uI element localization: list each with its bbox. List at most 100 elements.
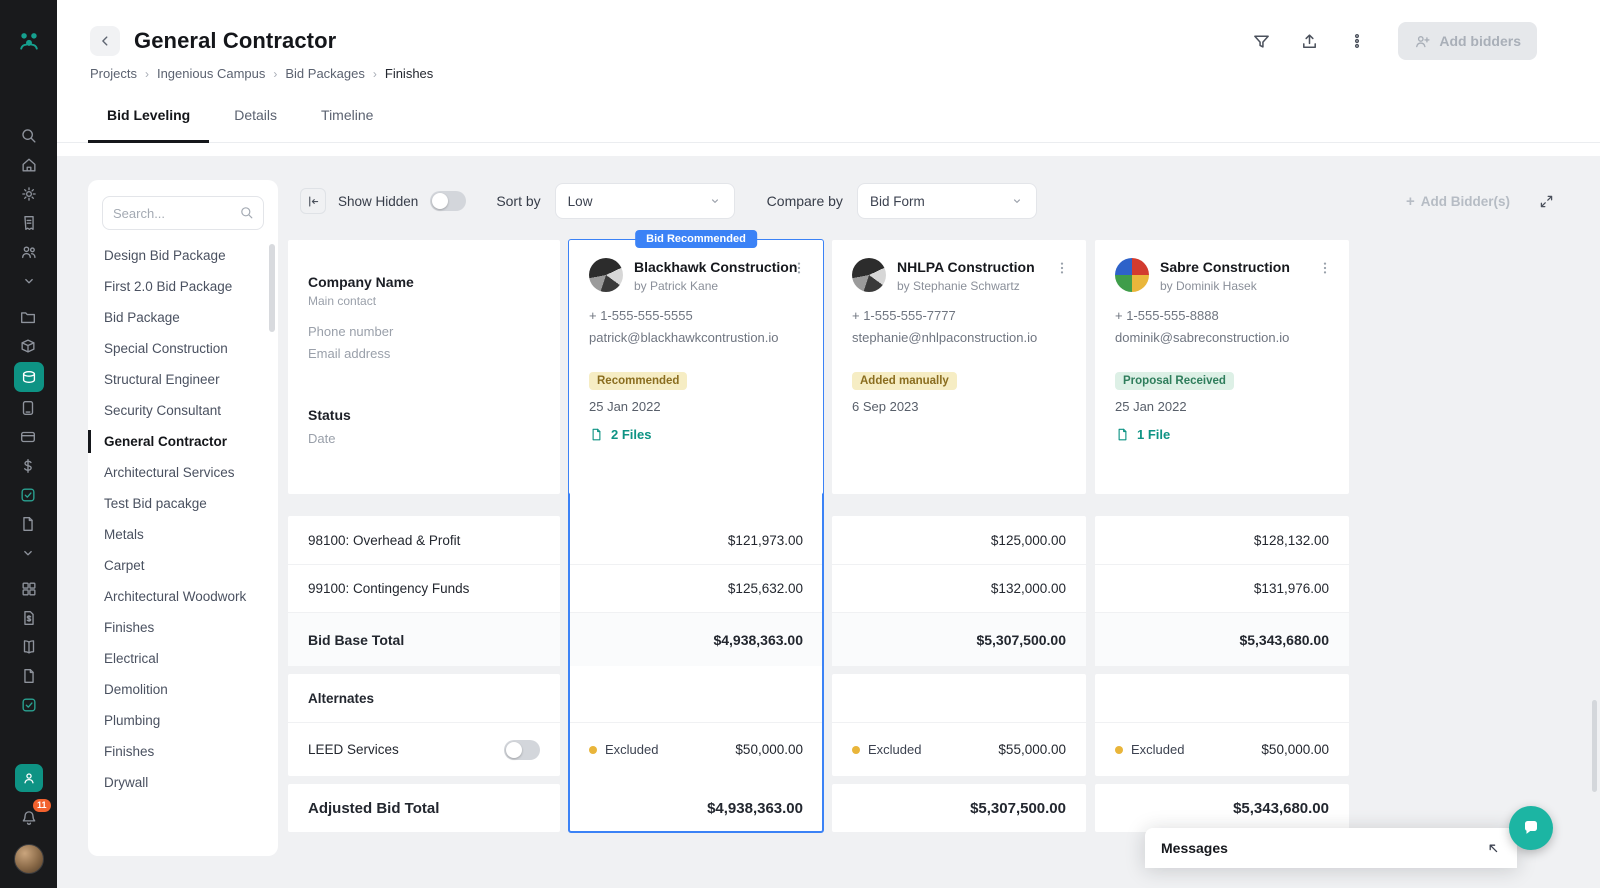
breadcrumb-bid-packages[interactable]: Bid Packages	[285, 66, 365, 81]
sort-by-dropdown[interactable]: Low	[555, 183, 735, 219]
bid-base-total-value: $5,307,500.00	[832, 612, 1086, 666]
package-list-item[interactable]: Finishes	[88, 612, 278, 643]
package-list-item[interactable]: Architectural Services	[88, 457, 278, 488]
bid-recommended-badge: Bid Recommended	[635, 230, 757, 248]
package-list-item[interactable]: Structural Engineer	[88, 364, 278, 395]
device-icon[interactable]	[14, 394, 42, 422]
user-avatar[interactable]	[14, 844, 44, 874]
content-scrollbar[interactable]	[1592, 700, 1597, 792]
billing-card-icon[interactable]	[14, 423, 42, 451]
main-contact-label: Main contact	[308, 294, 540, 308]
contingency-value: $125,632.00	[569, 564, 823, 612]
apps-grid-icon[interactable]	[15, 575, 43, 603]
package-list-item[interactable]: Drywall	[88, 767, 278, 798]
plus-icon	[1406, 193, 1415, 210]
checklist-icon[interactable]	[15, 691, 43, 719]
share-export-icon[interactable]	[1292, 24, 1326, 58]
add-bidder-button[interactable]: Add Bidder(s)	[1406, 193, 1510, 210]
more-options-kebab-icon[interactable]	[1340, 24, 1374, 58]
breadcrumb-separator-icon	[373, 67, 377, 81]
leed-amount: $50,000.00	[1261, 742, 1329, 757]
package-list-item[interactable]: Test Bid pacakge	[88, 488, 278, 519]
excluded-dot-icon	[589, 746, 597, 754]
file-icon	[1115, 427, 1130, 442]
notifications-bell-icon[interactable]: 11	[15, 804, 43, 832]
bidder-options-kebab-icon[interactable]	[1050, 256, 1074, 280]
estimate-doc-icon[interactable]	[15, 604, 43, 632]
home-icon[interactable]	[15, 151, 43, 179]
bidder-options-kebab-icon[interactable]	[787, 256, 811, 280]
package-list-item[interactable]: Carpet	[88, 550, 278, 581]
package-list-item[interactable]: Architectural Woodwork	[88, 581, 278, 612]
package-list-item[interactable]: Plumbing	[88, 705, 278, 736]
bidder-options-kebab-icon[interactable]	[1313, 256, 1337, 280]
cost-dollar-icon[interactable]	[14, 452, 42, 480]
leed-amount: $50,000.00	[735, 742, 803, 757]
app-rail: 11	[0, 0, 57, 888]
chat-bubble-button[interactable]	[1509, 806, 1553, 850]
overhead-value: $121,973.00	[569, 516, 823, 564]
alternates-spacer-row	[569, 674, 823, 722]
filter-icon[interactable]	[1244, 24, 1278, 58]
package-list-item[interactable]: Design Bid Package	[88, 240, 278, 271]
package-list-item[interactable]: Security Consultant	[88, 395, 278, 426]
file-icon[interactable]	[15, 662, 43, 690]
package-list-item[interactable]: Demolition	[88, 674, 278, 705]
tab-details[interactable]: Details	[215, 101, 296, 143]
bid-packages-panel: Design Bid Package First 2.0 Bid Package…	[88, 180, 278, 856]
bid-comparison-board: Company Name Main contact Phone number E…	[288, 240, 1349, 832]
compare-by-dropdown[interactable]: Bid Form	[857, 183, 1037, 219]
package-list-item[interactable]: First 2.0 Bid Package	[88, 271, 278, 302]
bidder-column-sabre: Sabre Construction by Dominik Hasek + 1-…	[1095, 240, 1349, 832]
excluded-dot-icon	[852, 746, 860, 754]
add-bidders-button[interactable]: Add bidders	[1398, 22, 1537, 60]
back-button[interactable]	[90, 26, 120, 56]
leed-services-toggle[interactable]	[504, 740, 540, 760]
package-list-item[interactable]: Electrical	[88, 643, 278, 674]
messages-panel[interactable]: Messages	[1145, 828, 1517, 868]
invoice-icon[interactable]	[15, 209, 43, 237]
bid-board-icon[interactable]	[14, 362, 44, 392]
alternates-spacer-row	[1095, 674, 1349, 722]
fullscreen-expand-icon[interactable]	[1532, 187, 1560, 215]
files-link[interactable]: 2 Files	[589, 427, 651, 442]
breadcrumb-projects[interactable]: Projects	[90, 66, 137, 81]
app-logo-icon[interactable]	[13, 24, 45, 56]
collapse-panel-icon[interactable]	[300, 188, 326, 214]
package-list-item[interactable]: Bid Package	[88, 302, 278, 333]
package-list-item[interactable]: Special Construction	[88, 333, 278, 364]
date-label: Date	[308, 431, 540, 446]
files-link[interactable]: 1 File	[1115, 427, 1170, 442]
breadcrumb-project-name[interactable]: Ingenious Campus	[157, 66, 265, 81]
search-icon[interactable]	[15, 122, 43, 150]
leed-row: Excluded $50,000.00	[1095, 722, 1349, 776]
expand-messages-icon[interactable]	[1485, 840, 1501, 856]
show-hidden-toggle[interactable]	[430, 191, 466, 211]
package-box-icon[interactable]	[14, 332, 42, 360]
chevron-down-icon[interactable]	[15, 267, 43, 295]
package-list-item[interactable]: Metals	[88, 519, 278, 550]
library-book-icon[interactable]	[15, 633, 43, 661]
bid-base-total-label: Bid Base Total	[288, 612, 560, 666]
package-list-item-active[interactable]: General Contractor	[88, 426, 278, 457]
adjusted-total-value: $4,938,363.00	[569, 784, 823, 832]
tab-bid-leveling[interactable]: Bid Leveling	[88, 101, 209, 143]
package-list-item[interactable]: Finishes	[88, 736, 278, 767]
folder-icon[interactable]	[14, 303, 42, 331]
excluded-dot-icon	[1115, 746, 1123, 754]
page-header: General Contractor Add bidders Projects …	[57, 0, 1600, 156]
leed-status: Excluded	[1131, 742, 1184, 757]
bid-date: 25 Jan 2022	[1115, 399, 1329, 414]
chevron-down-icon-2[interactable]	[14, 539, 42, 567]
bidder-email: dominik@sabreconstruction.io	[1115, 330, 1329, 345]
status-badge: Proposal Received	[1115, 372, 1234, 390]
tab-timeline[interactable]: Timeline	[302, 101, 392, 143]
phone-label: Phone number	[308, 324, 540, 339]
settings-gear-icon[interactable]	[15, 180, 43, 208]
team-icon[interactable]	[15, 238, 43, 266]
package-list-scrollbar[interactable]	[269, 244, 275, 332]
tasks-check-icon[interactable]	[14, 481, 42, 509]
workspace-app-icon[interactable]	[15, 764, 43, 792]
status-badge: Recommended	[589, 372, 687, 390]
document-icon[interactable]	[14, 510, 42, 538]
